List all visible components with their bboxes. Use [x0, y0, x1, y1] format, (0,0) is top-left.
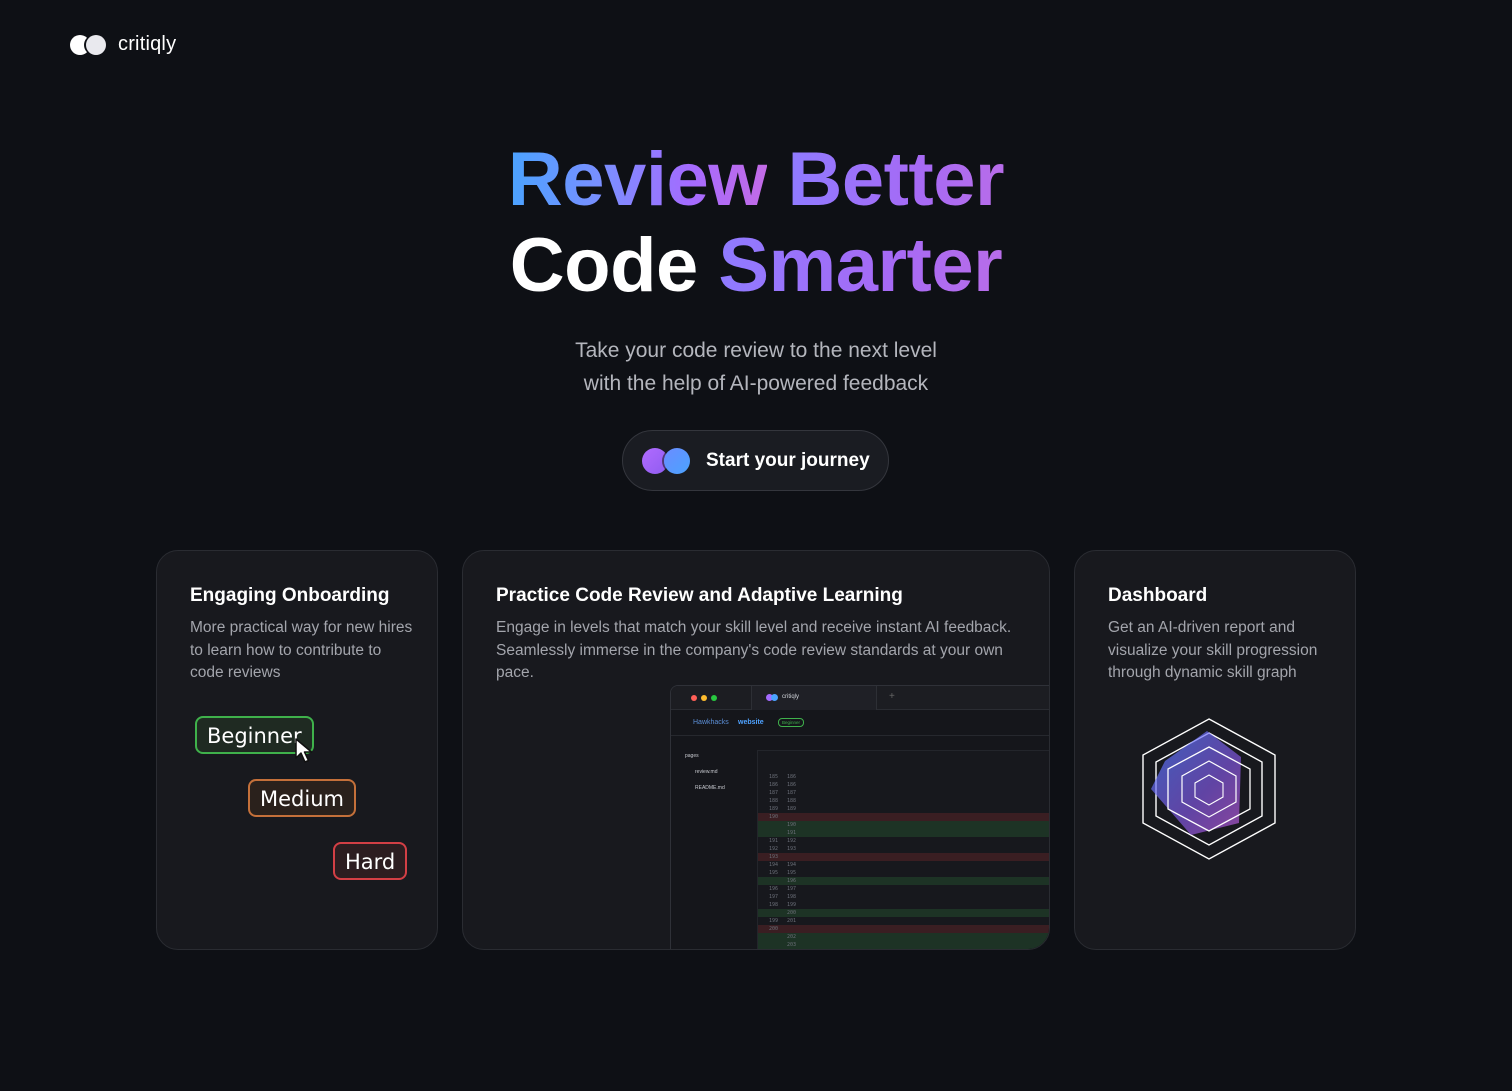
repo-breadcrumb: Hawkhacks website Beginner — [671, 710, 1049, 736]
hero-word-review: Review — [507, 137, 767, 222]
hero-word-better: Better — [787, 137, 1005, 222]
hero-subtitle-line1: Take your code review to the next level — [575, 339, 937, 362]
hero-subtitle-line2: with the help of AI-powered feedback — [583, 372, 929, 395]
brand-name: critiqly — [118, 33, 177, 55]
start-journey-button[interactable]: Start your journey — [622, 430, 889, 491]
level-hard-badge[interactable]: Hard — [333, 842, 408, 880]
card-description: More practical way for new hires to lear… — [190, 619, 413, 681]
critiqly-tab-icon — [766, 694, 780, 701]
code-editor-preview: critiqly + Hawkhacks website Beginner pa… — [670, 685, 1049, 949]
hero-word-smarter: Smarter — [718, 223, 1003, 308]
file-tree-folder[interactable]: pages — [685, 753, 699, 759]
hero-title-line2: Code Smarter — [0, 222, 1512, 310]
skill-radar-chart-icon — [1142, 718, 1276, 860]
mouse-pointer-icon — [295, 738, 313, 763]
breadcrumb-repo[interactable]: website — [738, 719, 764, 726]
breadcrumb-org[interactable]: Hawkhacks — [693, 719, 729, 726]
card-description: Engage in levels that match your skill l… — [496, 619, 1012, 681]
card-title: Practice Code Review and Adaptive Learni… — [496, 585, 903, 606]
two-circles-logo-icon — [70, 34, 108, 56]
file-tree-item-active[interactable]: review.md — [695, 769, 718, 775]
hero-word-code: Code — [509, 223, 699, 308]
level-medium-badge[interactable]: Medium — [248, 779, 356, 817]
editor-tab-label: critiqly — [782, 694, 800, 700]
start-journey-label: Start your journey — [706, 449, 870, 471]
brand-logo[interactable]: critiqly — [70, 33, 176, 56]
window-maximize-dot-icon — [711, 695, 717, 701]
card-title: Engaging Onboarding — [190, 585, 390, 606]
editor-tabbar: critiqly + — [671, 686, 1049, 710]
feature-card-onboarding: Engaging Onboarding More practical way f… — [156, 550, 438, 950]
card-title: Dashboard — [1108, 585, 1208, 606]
card-description: Get an AI-driven report and visualize yo… — [1108, 619, 1318, 681]
hero-title-line1: Review Better — [0, 136, 1512, 224]
window-minimize-dot-icon — [701, 695, 707, 701]
code-diff-view: 185 186 186 186 187 187 188 188 189 189 190 1… — [757, 750, 1049, 949]
new-tab-plus-icon[interactable]: + — [889, 691, 895, 702]
window-close-dot-icon — [691, 695, 697, 701]
file-tree: pages review.md README.md — [671, 736, 749, 949]
hero-subtitle: Take your code review to the next level … — [0, 334, 1512, 400]
file-tree-item[interactable]: README.md — [695, 785, 725, 791]
gradient-circles-icon — [642, 447, 692, 475]
feature-card-dashboard: Dashboard Get an AI-driven report and vi… — [1074, 550, 1356, 950]
feature-card-practice: Practice Code Review and Adaptive Learni… — [462, 550, 1050, 950]
difficulty-badge: Beginner — [778, 718, 805, 727]
